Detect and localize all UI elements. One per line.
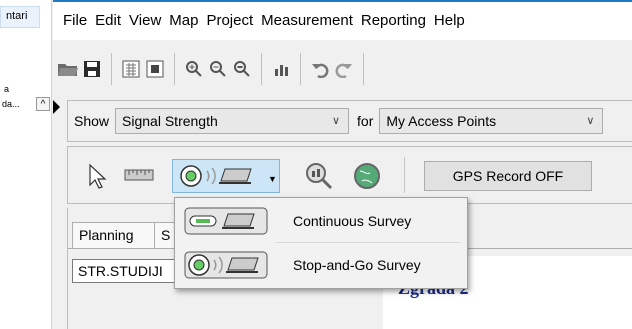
- tab-planning[interactable]: Planning: [72, 222, 156, 248]
- stop-and-go-survey-icon: [179, 249, 273, 281]
- toolbar-separator: [363, 53, 364, 85]
- menu-map[interactable]: Map: [165, 11, 202, 31]
- menu-item-stop-and-go-survey[interactable]: Stop-and-Go Survey: [179, 246, 463, 284]
- toolbar-separator: [174, 53, 175, 85]
- menu-bar: File Edit View Map Project Measurement R…: [53, 0, 632, 40]
- chevron-down-icon: ∨: [331, 115, 341, 127]
- menu-file[interactable]: File: [59, 11, 91, 31]
- metric-value: Signal Strength: [122, 113, 218, 129]
- undo-icon[interactable]: [309, 58, 331, 80]
- save-icon[interactable]: [81, 58, 103, 80]
- stop-and-go-survey-label: Stop-and-Go Survey: [293, 257, 421, 273]
- pointer-arrow-icon[interactable]: [88, 163, 108, 192]
- dropdown-arrow-icon[interactable]: ▼: [268, 174, 277, 184]
- window-title-fragment: ntari: [6, 10, 28, 22]
- redo-icon[interactable]: [333, 58, 355, 80]
- panel-expand-arrow-icon[interactable]: [53, 100, 60, 114]
- menu-measurement[interactable]: Measurement: [257, 11, 357, 31]
- main-toolbar: [53, 40, 632, 98]
- menu-reporting[interactable]: Reporting: [357, 11, 430, 31]
- gps-record-button[interactable]: GPS Record OFF: [424, 161, 592, 191]
- menu-project[interactable]: Project: [202, 11, 257, 31]
- stop-and-go-survey-icon: [180, 165, 252, 187]
- toolbar-separator: [261, 53, 262, 85]
- tree-item[interactable]: da...: [2, 99, 20, 109]
- survey-toolbar: ▼ GPS Record OFF: [67, 146, 632, 204]
- collapse-button[interactable]: ^: [36, 97, 50, 111]
- find-icon[interactable]: [304, 161, 334, 194]
- toolbar-separator: [300, 53, 301, 85]
- zoom-out-icon[interactable]: [207, 58, 229, 80]
- menu-edit[interactable]: Edit: [91, 11, 125, 31]
- survey-mode-button[interactable]: ▼: [172, 159, 280, 193]
- survey-mode-menu: Continuous Survey Stop-and-Go Survey: [174, 197, 468, 289]
- menu-item-continuous-survey[interactable]: Continuous Survey: [179, 202, 463, 240]
- continuous-survey-label: Continuous Survey: [293, 213, 412, 229]
- zoom-in-icon[interactable]: [183, 58, 205, 80]
- toolbar-separator: [111, 53, 112, 85]
- background-window: ntari a da... ^: [0, 0, 52, 329]
- show-label: Show: [74, 113, 110, 129]
- open-folder-icon[interactable]: [57, 58, 79, 80]
- target-dropdown[interactable]: My Access Points ∨: [379, 108, 604, 134]
- target-value: My Access Points: [386, 113, 497, 129]
- import-icon[interactable]: [144, 58, 166, 80]
- toolbar-separator: [404, 157, 405, 193]
- for-label: for: [357, 113, 374, 129]
- ruler-icon[interactable]: [124, 169, 154, 186]
- screen: ntari a da... ^ File Edit View Map Proje…: [0, 0, 632, 329]
- metric-dropdown[interactable]: Signal Strength ∨: [115, 108, 350, 134]
- menu-view[interactable]: View: [125, 11, 165, 31]
- zoom-fit-icon[interactable]: [231, 58, 253, 80]
- continuous-survey-icon: [179, 205, 273, 237]
- visualization-selector: Show Signal Strength ∨ for My Access Poi…: [67, 100, 632, 142]
- menu-help[interactable]: Help: [430, 11, 469, 31]
- menu-separator: [275, 242, 461, 243]
- bar-chart-icon[interactable]: [270, 58, 292, 80]
- grid-icon[interactable]: [120, 58, 142, 80]
- globe-icon[interactable]: [352, 161, 382, 194]
- chevron-down-icon: ∨: [586, 115, 595, 127]
- tree-item[interactable]: a: [4, 84, 9, 94]
